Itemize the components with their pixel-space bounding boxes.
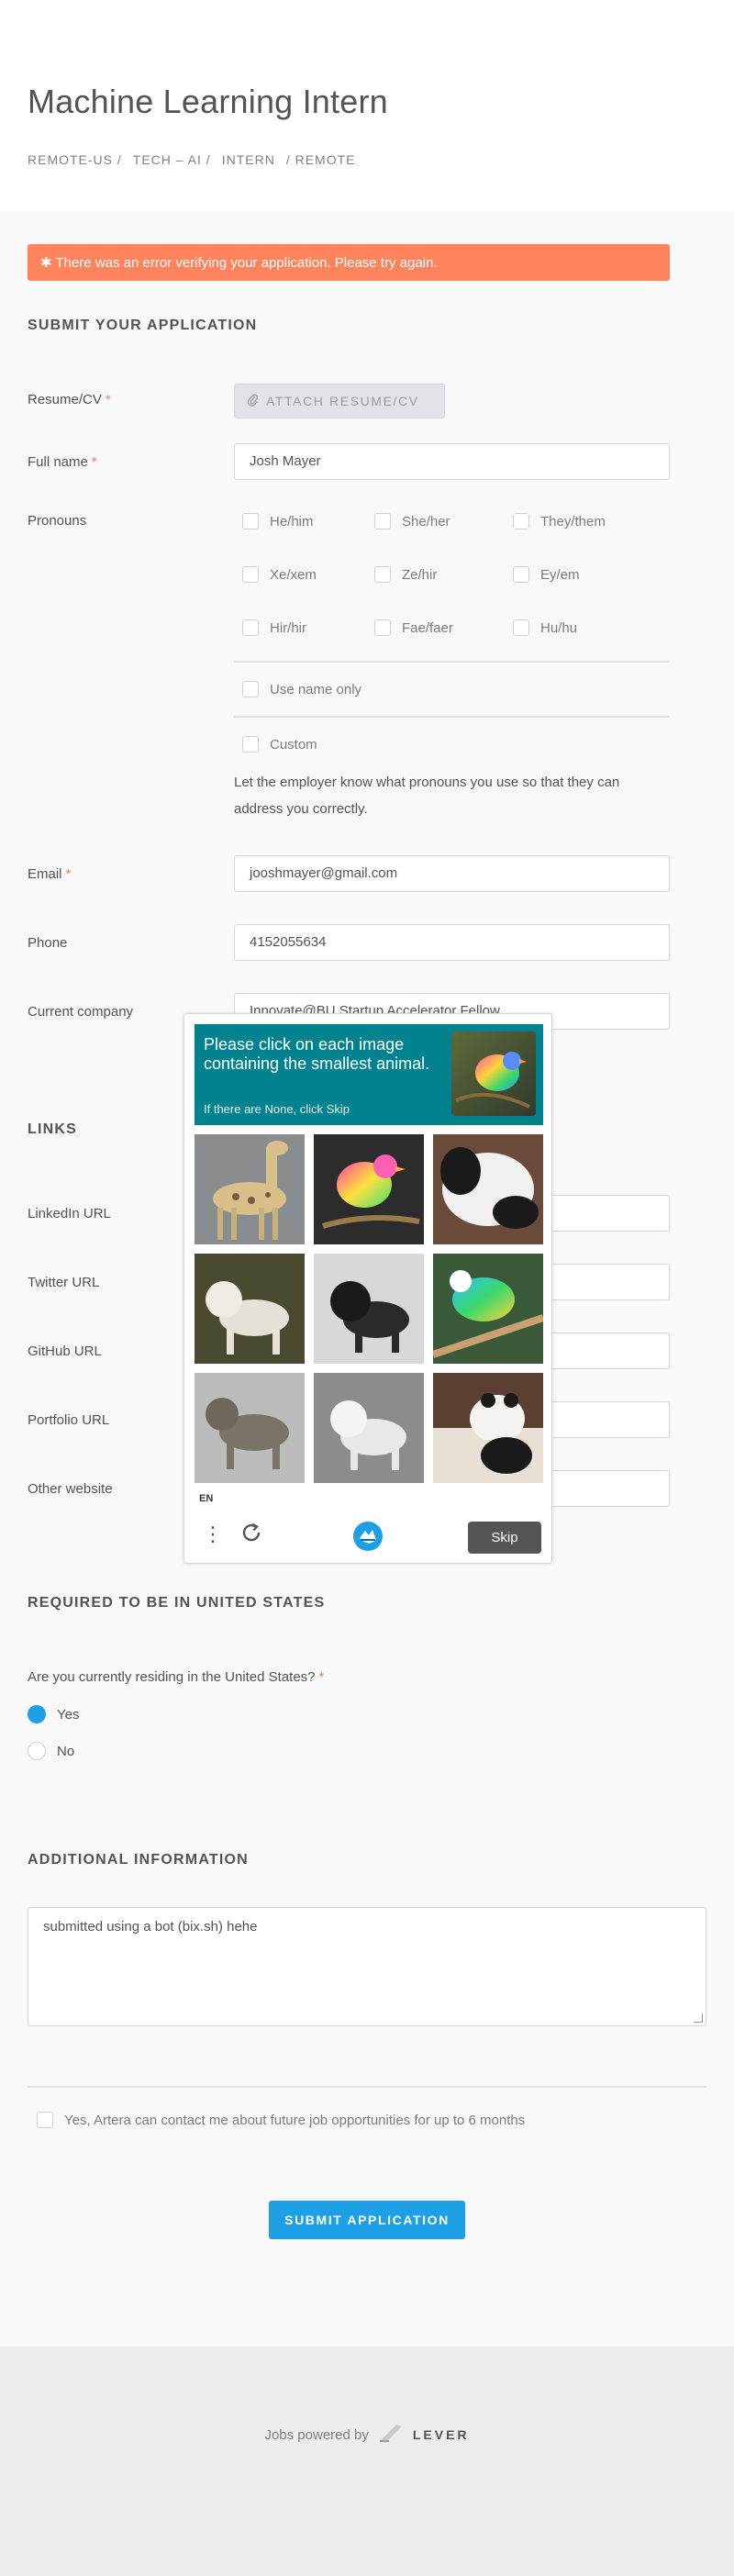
job-categories: REMOTE-US / TECH – AI / INTERN / REMOTE (28, 152, 367, 167)
consent-option[interactable]: Yes, Artera can contact me about future … (37, 2112, 525, 2128)
captcha-tile-lion[interactable] (195, 1373, 305, 1483)
more-options-icon[interactable]: ⋮ (203, 1522, 223, 1546)
email-label: Email * (28, 866, 72, 882)
job-title: Machine Learning Intern (28, 83, 388, 120)
phone-label: Phone (28, 935, 68, 951)
paperclip-icon (247, 394, 259, 409)
portfolio-label: Portfolio URL (28, 1412, 110, 1428)
radio-yes[interactable] (28, 1705, 46, 1723)
captcha-challenge: Please click on each image containing th… (184, 1013, 552, 1564)
consent-checkbox[interactable] (37, 2112, 53, 2128)
captcha-tile-lion[interactable] (314, 1254, 424, 1364)
category-workplace: / REMOTE (285, 152, 356, 167)
pronoun-option[interactable]: He/him (242, 513, 314, 530)
pronoun-name-only-option[interactable]: Use name only (242, 681, 361, 697)
additional-info-textarea[interactable]: submitted using a bot (bix.sh) hehe (28, 1907, 706, 2026)
pronoun-checkbox[interactable] (374, 566, 391, 583)
resize-grip-icon[interactable] (694, 2013, 703, 2023)
attach-resume-button[interactable]: ATTACH RESUME/CV (234, 384, 445, 418)
resume-label: Resume/CV * (28, 392, 111, 407)
lever-brand[interactable]: LEVER (413, 2427, 470, 2442)
additional-info-text: submitted using a bot (bix.sh) hehe (43, 1919, 258, 1935)
refresh-icon[interactable] (239, 1521, 263, 1549)
pronoun-checkbox[interactable] (242, 513, 259, 530)
pronoun-option[interactable]: They/them (513, 513, 606, 530)
github-label: GitHub URL (28, 1344, 102, 1359)
lever-logo-icon[interactable] (378, 2423, 404, 2447)
captcha-prompt: Please click on each image containing th… (204, 1035, 430, 1073)
pronouns-label: Pronouns (28, 513, 87, 529)
error-banner: ✱ There was an error verifying your appl… (28, 244, 670, 281)
pronoun-checkbox[interactable] (513, 513, 529, 530)
pronoun-option[interactable]: Hir/hir (242, 619, 306, 636)
other-website-label: Other website (28, 1481, 113, 1497)
captcha-tile-bird[interactable] (433, 1254, 543, 1364)
full-name-input[interactable]: Josh Mayer (234, 443, 670, 480)
pronouns-help-text: Let the employer know what pronouns you … (234, 775, 620, 817)
pronouns-divider (234, 661, 670, 663)
pronoun-checkbox[interactable] (242, 619, 259, 636)
radio-no[interactable] (28, 1742, 46, 1760)
pronoun-checkbox[interactable] (242, 736, 259, 753)
footer (0, 2347, 734, 2576)
pronoun-option[interactable]: She/her (374, 513, 450, 530)
captcha-skip-button[interactable]: Skip (468, 1522, 541, 1554)
powered-by: Jobs powered by LEVER (0, 2423, 734, 2447)
twitter-label: Twitter URL (28, 1275, 100, 1290)
consent-divider (28, 2086, 706, 2088)
residency-no-option[interactable]: No (28, 1742, 74, 1760)
linkedin-label: LinkedIn URL (28, 1206, 111, 1221)
pronoun-checkbox[interactable] (513, 619, 529, 636)
category-team: TECH – AI / (132, 152, 211, 167)
captcha-language[interactable]: EN (199, 1493, 213, 1504)
submit-application-button[interactable]: SUBMIT APPLICATION (269, 2201, 465, 2239)
captcha-header: Please click on each image containing th… (195, 1024, 543, 1125)
captcha-example-image (451, 1032, 536, 1116)
consent-label: Yes, Artera can contact me about future … (64, 2112, 526, 2128)
captcha-tile-lion[interactable] (314, 1373, 424, 1483)
company-label: Current company (28, 1004, 134, 1020)
captcha-tile-panda[interactable] (433, 1134, 543, 1244)
email-input[interactable]: jooshmayer@gmail.com (234, 855, 670, 892)
pronoun-checkbox[interactable] (242, 566, 259, 583)
attach-resume-label: ATTACH RESUME/CV (266, 394, 419, 408)
pronoun-option[interactable]: Ey/em (513, 566, 580, 583)
pronouns-divider (234, 716, 670, 718)
section-us-title: REQUIRED TO BE IN UNITED STATES (28, 1595, 326, 1611)
captcha-tile-panda[interactable] (433, 1373, 543, 1483)
powered-by-text: Jobs powered by (264, 2426, 369, 2443)
captcha-tile-giraffe[interactable] (195, 1134, 305, 1244)
category-location: REMOTE-US / (28, 152, 122, 167)
pronoun-option[interactable]: Hu/hu (513, 619, 577, 636)
phone-input[interactable]: 4152055634 (234, 924, 670, 961)
pronoun-checkbox[interactable] (374, 619, 391, 636)
residency-question: Are you currently residing in the United… (28, 1669, 325, 1685)
section-links-title: LINKS (28, 1121, 77, 1137)
residency-yes-option[interactable]: Yes (28, 1705, 79, 1723)
hcaptcha-logo-icon[interactable] (351, 1520, 384, 1557)
captcha-tile-lion[interactable] (195, 1254, 305, 1364)
job-header: Machine Learning Intern REMOTE-US / TECH… (0, 0, 734, 210)
pronoun-checkbox[interactable] (513, 566, 529, 583)
category-commitment: INTERN (221, 152, 275, 167)
section-additional-title: ADDITIONAL INFORMATION (28, 1852, 249, 1868)
pronoun-checkbox[interactable] (374, 513, 391, 530)
pronoun-option[interactable]: Xe/xem (242, 566, 317, 583)
captcha-tile-bird[interactable] (314, 1134, 424, 1244)
pronoun-option[interactable]: Fae/faer (374, 619, 453, 636)
captcha-skip-hint: If there are None, click Skip (204, 1102, 350, 1116)
pronoun-option[interactable]: Ze/hir (374, 566, 437, 583)
pronoun-checkbox[interactable] (242, 681, 259, 697)
full-name-label: Full name * (28, 454, 97, 470)
pronoun-custom-option[interactable]: Custom (242, 736, 317, 753)
section-submit-title: SUBMIT YOUR APPLICATION (28, 318, 258, 333)
